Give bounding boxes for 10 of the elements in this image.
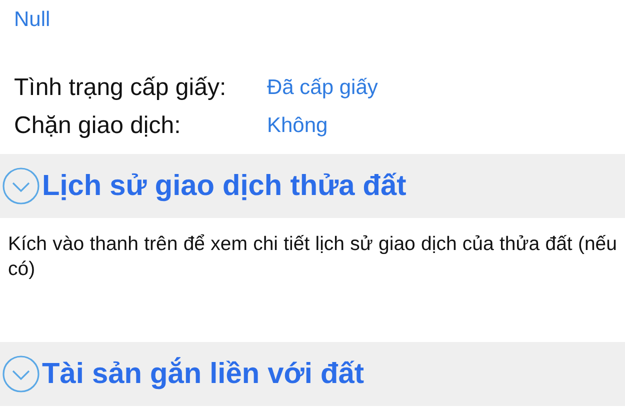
field-value: Đã cấp giấy [267,76,378,100]
section-description: Kích vào thanh trên để xem chi tiết lịch sử giao dịch của thửa đất (nếu có) [8,232,617,282]
section-header[interactable]: Lịch sử giao dịch thửa đất [0,154,625,218]
chevron-down-icon [2,167,40,205]
field-value: Không [267,114,328,138]
section-header[interactable]: Tài sản gắn liền với đất [0,342,625,406]
chevron-down-icon [2,355,40,393]
field-label: Chặn giao dịch: [14,112,182,140]
null-value: Null [14,8,50,31]
field-label: Tình trạng cấp giấy: [14,74,228,102]
